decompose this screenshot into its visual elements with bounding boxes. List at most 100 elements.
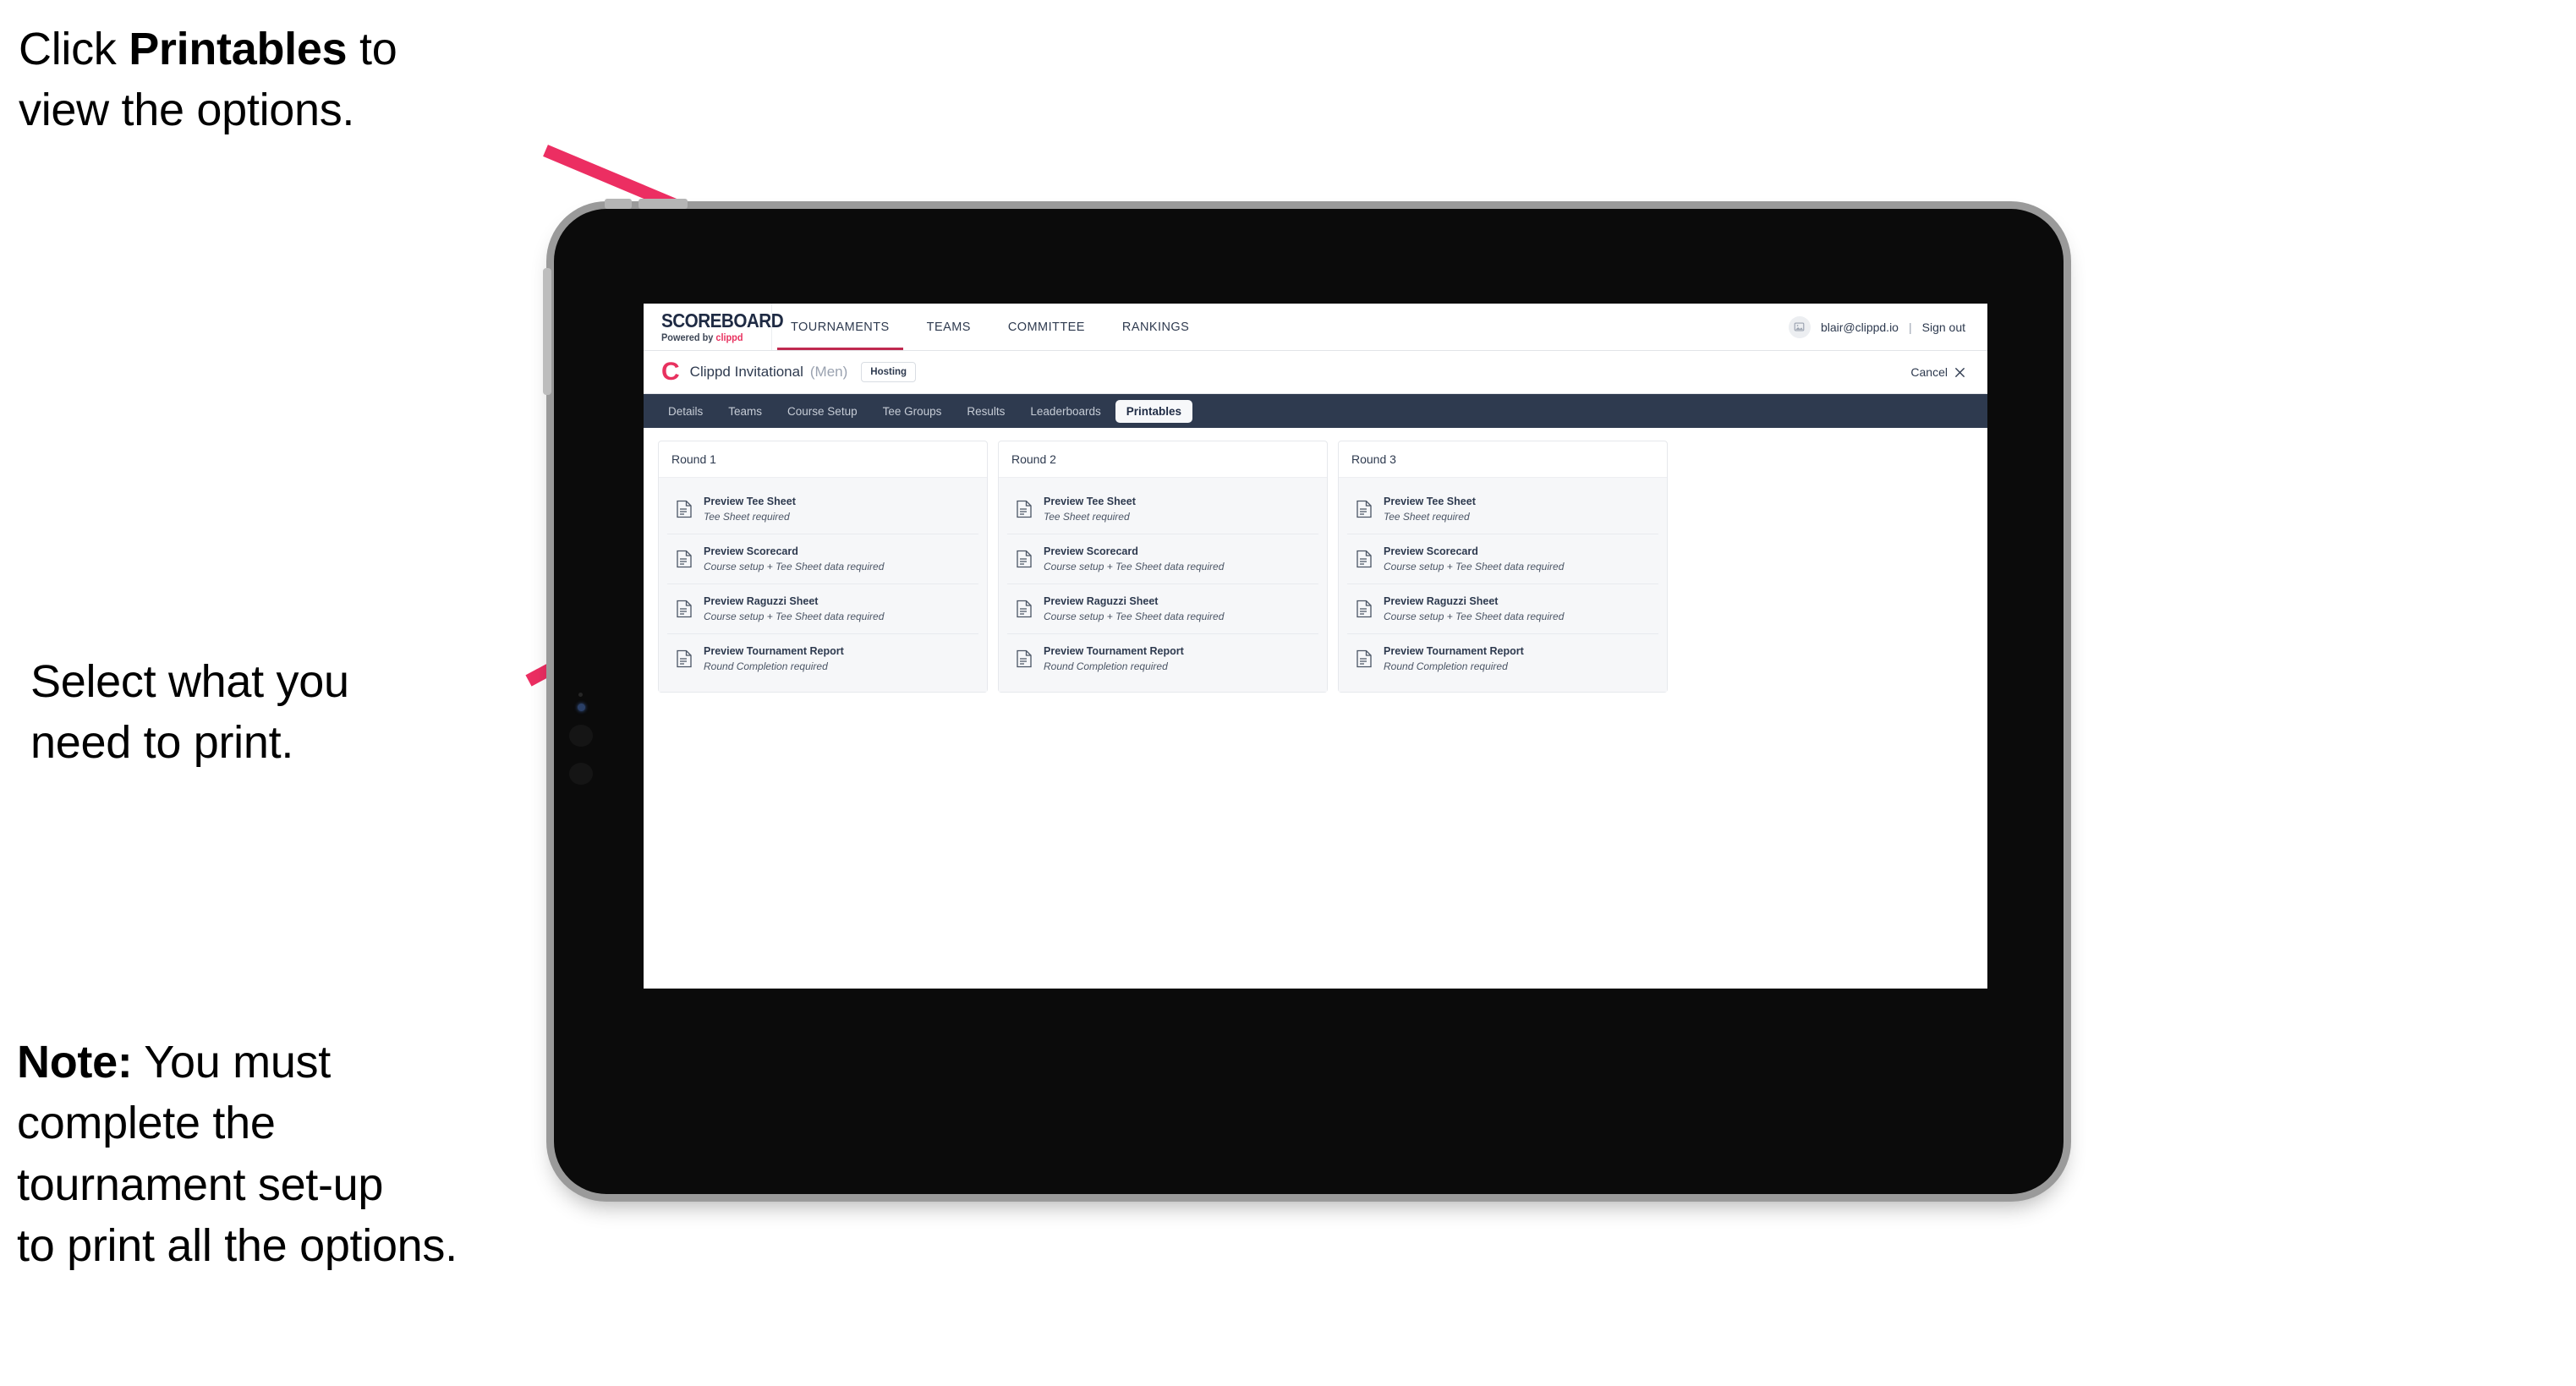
printable-title: Preview Tournament Report: [704, 645, 844, 657]
tablet-screen: SCOREBOARD Powered by clippd TOURNAMENTS…: [644, 304, 1987, 989]
cancel-button[interactable]: Cancel: [1910, 365, 1965, 379]
tournament-name: Clippd Invitational: [689, 364, 803, 380]
document-icon: [1017, 550, 1032, 568]
hosting-status-badge[interactable]: Hosting: [861, 362, 917, 382]
app-top-bar: SCOREBOARD Powered by clippd TOURNAMENTS…: [644, 304, 1987, 351]
logo-clippd-brand: clippd: [715, 332, 743, 343]
tablet-device-frame: SCOREBOARD Powered by clippd TOURNAMENTS…: [543, 199, 2064, 1194]
round-header: Round 2: [999, 441, 1327, 478]
printables-content: Round 1 Preview Tee Sheet Tee Sheet requi…: [644, 428, 1987, 693]
printable-title: Preview Tee Sheet: [1044, 496, 1136, 507]
printable-item-scorecard[interactable]: Preview Scorecard Course setup + Tee Shee…: [667, 534, 978, 584]
printable-item-tee-sheet[interactable]: Preview Tee Sheet Tee Sheet required: [1007, 485, 1318, 534]
main-navigation: TOURNAMENTS TEAMS COMMITTEE RANKINGS: [772, 304, 1208, 350]
close-x-icon: [1954, 367, 1965, 377]
sign-out-link[interactable]: Sign out: [1922, 320, 1965, 334]
round-column: Round 1 Preview Tee Sheet Tee Sheet requi…: [658, 441, 988, 693]
printable-title: Preview Raguzzi Sheet: [1044, 595, 1159, 607]
document-icon: [1357, 550, 1372, 568]
nav-item-teams[interactable]: TEAMS: [908, 304, 989, 350]
printable-requirement: Course setup + Tee Sheet data required: [704, 611, 885, 622]
printable-title: Preview Scorecard: [1044, 545, 1138, 557]
printable-item-tee-sheet[interactable]: Preview Tee Sheet Tee Sheet required: [667, 485, 978, 534]
printable-item-scorecard[interactable]: Preview Scorecard Course setup + Tee Shee…: [1007, 534, 1318, 584]
printable-requirement: Course setup + Tee Sheet data required: [1384, 611, 1565, 622]
printable-title: Preview Tee Sheet: [704, 496, 796, 507]
annotation-note-label: Note:: [17, 1037, 133, 1087]
tournament-gender: (Men): [809, 364, 848, 380]
document-icon: [677, 550, 692, 568]
tablet-camera-icon: [578, 704, 585, 711]
printable-title: Preview Scorecard: [1384, 545, 1478, 557]
printable-item-raguzzi-sheet[interactable]: Preview Raguzzi Sheet Course setup + Tee …: [1007, 584, 1318, 634]
annotation-click-bold: Printables: [129, 24, 348, 74]
tablet-bezel-dot-a: [569, 725, 593, 747]
tab-course-setup[interactable]: Course Setup: [776, 400, 869, 423]
round-items-list: Preview Tee Sheet Tee Sheet required Prev…: [659, 478, 987, 692]
tablet-top-button-2[interactable]: [639, 199, 688, 209]
logo-powered-prefix: Powered by: [661, 332, 716, 343]
printable-requirement: Course setup + Tee Sheet data required: [1044, 561, 1225, 572]
printable-item-tee-sheet[interactable]: Preview Tee Sheet Tee Sheet required: [1347, 485, 1658, 534]
printable-item-scorecard[interactable]: Preview Scorecard Course setup + Tee Shee…: [1347, 534, 1658, 584]
tab-tee-groups[interactable]: Tee Groups: [872, 400, 953, 423]
round-header: Round 3: [1339, 441, 1667, 478]
round-column: Round 2 Preview Tee Sheet Tee Sheet requi…: [998, 441, 1328, 693]
nav-item-committee[interactable]: COMMITTEE: [989, 304, 1104, 350]
round-column: Round 3 Preview Tee Sheet Tee Sheet requi…: [1338, 441, 1668, 693]
tablet-sensor-dot: [578, 693, 583, 697]
printable-title: Preview Scorecard: [704, 545, 798, 557]
printable-title: Preview Tournament Report: [1384, 645, 1524, 657]
tablet-side-button[interactable]: [543, 268, 551, 395]
printable-requirement: Course setup + Tee Sheet data required: [704, 561, 885, 572]
document-icon: [1357, 600, 1372, 618]
document-icon: [677, 500, 692, 518]
tab-teams[interactable]: Teams: [717, 400, 773, 423]
document-icon: [677, 649, 692, 668]
tab-details[interactable]: Details: [657, 400, 714, 423]
printable-item-tournament-report[interactable]: Preview Tournament Report Round Completio…: [1347, 634, 1658, 683]
printable-item-raguzzi-sheet[interactable]: Preview Raguzzi Sheet Course setup + Tee …: [667, 584, 978, 634]
clippd-logo-mark: C: [661, 358, 680, 386]
user-avatar-icon[interactable]: [1788, 315, 1811, 338]
round-items-list: Preview Tee Sheet Tee Sheet required Prev…: [999, 478, 1327, 692]
printable-title: Preview Raguzzi Sheet: [704, 595, 819, 607]
nav-item-rankings[interactable]: RANKINGS: [1104, 304, 1208, 350]
annotation-select-print: Select what you need to print.: [30, 656, 349, 769]
round-header: Round 1: [659, 441, 987, 478]
scoreboard-logo[interactable]: SCOREBOARD Powered by clippd: [644, 304, 784, 350]
printable-requirement: Tee Sheet required: [1044, 511, 1130, 523]
printable-requirement: Course setup + Tee Sheet data required: [1044, 611, 1225, 622]
document-icon: [1017, 649, 1032, 668]
nav-item-tournaments[interactable]: TOURNAMENTS: [772, 304, 908, 350]
annotation-click-printables: Click Printables to view the options.: [19, 19, 577, 141]
annotation-click-prefix: Click: [19, 24, 129, 74]
document-icon: [1017, 500, 1032, 518]
tablet-top-button-1[interactable]: [605, 199, 632, 209]
printable-item-raguzzi-sheet[interactable]: Preview Raguzzi Sheet Course setup + Tee …: [1347, 584, 1658, 634]
document-icon: [1357, 649, 1372, 668]
tab-leaderboards[interactable]: Leaderboards: [1019, 400, 1111, 423]
printable-title: Preview Tee Sheet: [1384, 496, 1476, 507]
tournament-header-bar: C Clippd Invitational (Men) Hosting Canc…: [644, 351, 1987, 394]
cancel-label: Cancel: [1910, 365, 1948, 379]
printable-requirement: Round Completion required: [1044, 660, 1168, 672]
printable-item-tournament-report[interactable]: Preview Tournament Report Round Completio…: [667, 634, 978, 683]
printable-title: Preview Tournament Report: [1044, 645, 1184, 657]
document-icon: [1017, 600, 1032, 618]
document-icon: [1357, 500, 1372, 518]
tab-printables[interactable]: Printables: [1115, 399, 1193, 423]
tablet-bezel-dot-b: [569, 763, 593, 785]
printable-requirement: Round Completion required: [1384, 660, 1508, 672]
printable-requirement: Round Completion required: [704, 660, 828, 672]
printable-requirement: Course setup + Tee Sheet data required: [1384, 561, 1565, 572]
tournament-sub-navigation: Details Teams Course Setup Tee Groups Re…: [644, 394, 1987, 428]
printable-requirement: Tee Sheet required: [1384, 511, 1470, 523]
printable-item-tournament-report[interactable]: Preview Tournament Report Round Completio…: [1007, 634, 1318, 683]
document-icon: [677, 600, 692, 618]
account-separator: |: [1908, 320, 1912, 334]
tab-results[interactable]: Results: [956, 400, 1016, 423]
logo-powered-by: Powered by clippd: [661, 333, 766, 343]
logo-wordmark: SCOREBOARD: [661, 309, 784, 331]
user-email-label: blair@clippd.io: [1820, 320, 1899, 334]
